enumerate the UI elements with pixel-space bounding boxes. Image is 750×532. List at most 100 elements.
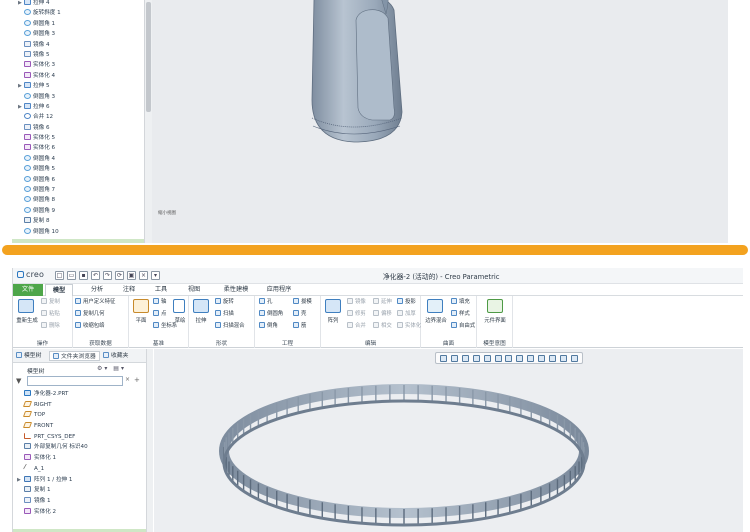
top-tree-scrollbar[interactable] — [144, 0, 152, 243]
tree-item[interactable]: 倒圆角 8 — [18, 195, 142, 205]
perspective-icon[interactable] — [527, 354, 535, 362]
view-manager-icon[interactable] — [516, 354, 524, 362]
freestyle-button[interactable]: 自由式 — [451, 322, 475, 330]
intersect-button[interactable]: 相交 — [373, 322, 392, 330]
tree-item[interactable]: 倒圆角 10 — [18, 227, 142, 237]
filter-icon[interactable]: ▼ — [16, 377, 21, 385]
tree-item[interactable]: 倒圆角 9 — [18, 206, 142, 216]
tree-item[interactable]: 实体化 3 — [18, 60, 142, 70]
delete-button[interactable]: 删除 — [41, 322, 60, 330]
regenerate-icon[interactable]: ⟳ — [115, 271, 124, 280]
revolve-button[interactable]: 旋转 — [215, 298, 234, 306]
model-tree-settings-icons[interactable]: ⚙▾ ▤▾ — [97, 365, 126, 372]
sketch-button[interactable]: 草绘 — [171, 316, 189, 324]
tree-item[interactable]: 实体化 4 — [18, 71, 142, 81]
customize-toolbar-icon[interactable]: ▾ — [151, 271, 160, 280]
orient-icon[interactable] — [483, 354, 491, 362]
tree-item[interactable]: TOP — [17, 410, 145, 421]
open-folder-icon[interactable]: ▭ — [67, 271, 76, 280]
tab-annotate[interactable]: 注释 — [115, 284, 143, 296]
tab-flexible-modeling[interactable]: 柔性建模 — [216, 284, 256, 296]
graphics-viewport[interactable] — [154, 349, 743, 532]
chamfer-button[interactable]: 倒角 — [259, 322, 278, 330]
model-tree-scrollbar[interactable] — [146, 349, 153, 532]
tree-item[interactable]: 倒圆角 3 — [18, 92, 142, 102]
tab-analysis[interactable]: 分析 — [83, 284, 111, 296]
fill-button[interactable]: 填充 — [451, 298, 470, 306]
tree-item[interactable]: ▶ 拉伸 6 — [18, 102, 142, 112]
mirror-button[interactable]: 镜像 — [347, 298, 366, 306]
search-input[interactable] — [27, 376, 123, 386]
tree-item[interactable]: 倒圆角 4 — [18, 154, 142, 164]
tree-item[interactable]: 镜像 4 — [18, 40, 142, 50]
tab-model[interactable]: 模型 — [45, 284, 73, 296]
tab-file[interactable]: 文件 — [13, 284, 43, 296]
nav-tab-favorites[interactable]: 收藏夹 — [103, 351, 128, 361]
offset-button[interactable]: 偏移 — [373, 310, 392, 318]
tree-item[interactable]: ▶ 拉伸 4 — [18, 0, 142, 8]
add-icon[interactable]: + — [134, 376, 140, 384]
zoom-in-icon[interactable] — [450, 354, 458, 362]
tree-item[interactable]: 旋转斜度 1 — [18, 8, 142, 18]
style-button[interactable]: 样式 — [451, 310, 470, 318]
tree-item[interactable]: 倒圆角 1 — [18, 19, 142, 29]
draft-button[interactable]: 拔模 — [293, 298, 312, 306]
tree-item[interactable]: 倒圆角 7 — [18, 185, 142, 195]
nav-tab-folder-browser[interactable]: 文件夹浏览器 — [49, 351, 100, 361]
tree-item[interactable]: PRT_CSYS_DEF — [17, 432, 145, 443]
copy-button[interactable]: 复制 — [41, 298, 60, 306]
tree-item[interactable]: 实体化 1 — [17, 453, 145, 464]
copy-geometry-button[interactable]: 复制几何 — [75, 310, 105, 318]
spin-center-icon[interactable] — [560, 354, 568, 362]
undo-icon[interactable]: ↶ — [91, 271, 100, 280]
tab-tools[interactable]: 工具 — [147, 284, 175, 296]
axis-button[interactable]: 轴 — [153, 298, 166, 306]
tree-item[interactable]: 外部复制几何 标识40 — [17, 442, 145, 453]
tree-item[interactable]: 合并 12 — [18, 112, 142, 122]
tab-applications[interactable]: 应用程序 — [261, 284, 297, 296]
save-icon[interactable]: ▪ — [79, 271, 88, 280]
swept-blend-button[interactable]: 扫描混合 — [215, 322, 245, 330]
window-icon[interactable]: ▣ — [127, 271, 136, 280]
tree-item[interactable]: RIGHT — [17, 400, 145, 411]
close-window-icon[interactable]: × — [139, 271, 148, 280]
tree-item[interactable]: ▶ 阵列 1 / 拉伸 1 — [17, 475, 145, 486]
tree-item[interactable]: 净化器-2.PRT — [17, 389, 145, 400]
display-style-icon[interactable] — [494, 354, 502, 362]
plane-button[interactable]: 平面 — [129, 316, 153, 324]
tree-item[interactable]: 镜像 6 — [18, 123, 142, 133]
refit-icon[interactable] — [439, 354, 447, 362]
regenerate-button[interactable]: 重新生成 — [13, 316, 41, 324]
shell-button[interactable]: 壳 — [293, 310, 306, 318]
tree-item[interactable]: 复制 8 — [18, 216, 142, 226]
tree-item[interactable]: 实体化 2 — [17, 507, 145, 518]
top-tree-scroll-thumb[interactable] — [146, 2, 151, 112]
round-button[interactable]: 倒圆角 — [259, 310, 283, 318]
clear-icon[interactable]: × — [125, 376, 130, 383]
nav-tab-model-tree[interactable]: 模型树 — [16, 351, 41, 361]
extend-button[interactable]: 延伸 — [373, 298, 392, 306]
point-button[interactable]: 点 — [153, 310, 166, 318]
udf-button[interactable]: 用户定义特征 — [75, 298, 115, 306]
paste-button[interactable]: 粘贴 — [41, 310, 60, 318]
tree-item[interactable]: 复制 1 — [17, 485, 145, 496]
zoom-out-icon[interactable] — [461, 354, 469, 362]
tree-item[interactable]: 镜像 5 — [18, 50, 142, 60]
tab-view[interactable]: 视图 — [180, 284, 208, 296]
tree-item[interactable]: 实体化 6 — [18, 143, 142, 153]
tree-item[interactable]: 倒圆角 6 — [18, 175, 142, 185]
boundary-blend-button[interactable]: 边界混合 — [421, 316, 451, 324]
solidify-button[interactable]: 实体化 — [397, 322, 421, 330]
tree-item[interactable]: 实体化 5 — [18, 133, 142, 143]
repaint-icon[interactable] — [472, 354, 480, 362]
new-file-icon[interactable]: □ — [55, 271, 64, 280]
datum-display-icon[interactable] — [538, 354, 546, 362]
thicken-button[interactable]: 加厚 — [397, 310, 416, 318]
shrinkwrap-button[interactable]: 收缩包络 — [75, 322, 105, 330]
tree-item[interactable]: 倒圆角 5 — [18, 164, 142, 174]
extrude-button[interactable]: 拉伸 — [189, 316, 213, 324]
trim-button[interactable]: 修剪 — [347, 310, 366, 318]
section-icon[interactable] — [571, 354, 579, 362]
annotation-display-icon[interactable] — [549, 354, 557, 362]
tree-item[interactable]: ▶ 拉伸 5 — [18, 81, 142, 91]
